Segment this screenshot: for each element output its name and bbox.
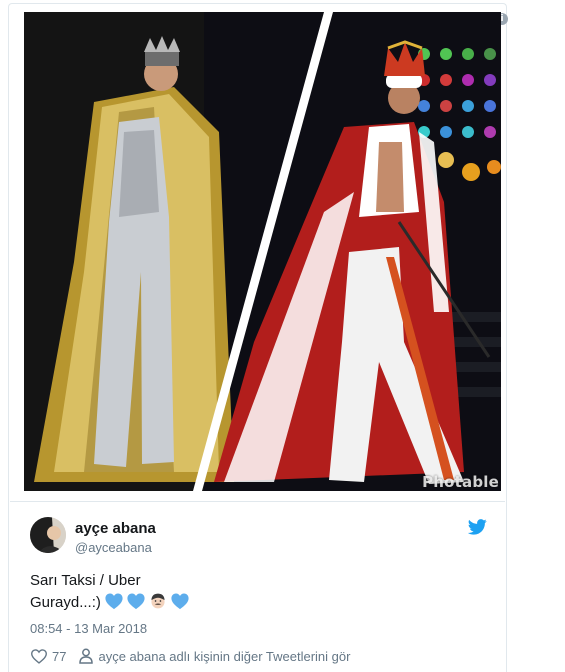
like-button[interactable]: 77: [30, 648, 79, 664]
avatar-image: [30, 517, 66, 553]
more-tweets-link[interactable]: ayçe abana adlı kişinin diğer Tweetlerin…: [79, 648, 350, 664]
avatar[interactable]: [30, 517, 66, 553]
photable-watermark: Photable: [422, 473, 499, 491]
author-handle[interactable]: @ayceabana: [75, 540, 152, 555]
blue-heart-emoji: [171, 593, 189, 610]
twitter-bird-icon[interactable]: [467, 519, 487, 535]
tweet-photo[interactable]: Photable: [24, 12, 501, 491]
like-count: 77: [52, 648, 67, 664]
tweet-actions: 77 ayçe abana adlı kişinin diğer Tweetle…: [30, 647, 350, 665]
tweet-timestamp[interactable]: 08:54 - 13 Mar 2018: [30, 621, 147, 636]
more-tweets-label: ayçe abana adlı kişinin diğer Tweetlerin…: [98, 648, 351, 664]
divider: [10, 501, 505, 502]
collage-image: [24, 12, 501, 491]
man-face-emoji: [151, 593, 165, 609]
tweet-text: Sarı Taksi / Uber Gurayd...:): [30, 570, 490, 617]
emoji-row: [104, 592, 192, 617]
tweet-text-line-1: Sarı Taksi / Uber: [30, 572, 141, 589]
blue-heart-emoji: [105, 593, 123, 610]
author-name[interactable]: ayçe abana: [75, 520, 156, 537]
person-icon: [79, 648, 94, 664]
tweet-text-line-2: Gurayd...:): [30, 594, 101, 611]
blue-heart-emoji: [127, 593, 145, 610]
heart-icon: [31, 649, 47, 664]
embedded-tweet-card: i Photable ayçe abana @ayceabana Sarı Ta…: [8, 3, 508, 672]
